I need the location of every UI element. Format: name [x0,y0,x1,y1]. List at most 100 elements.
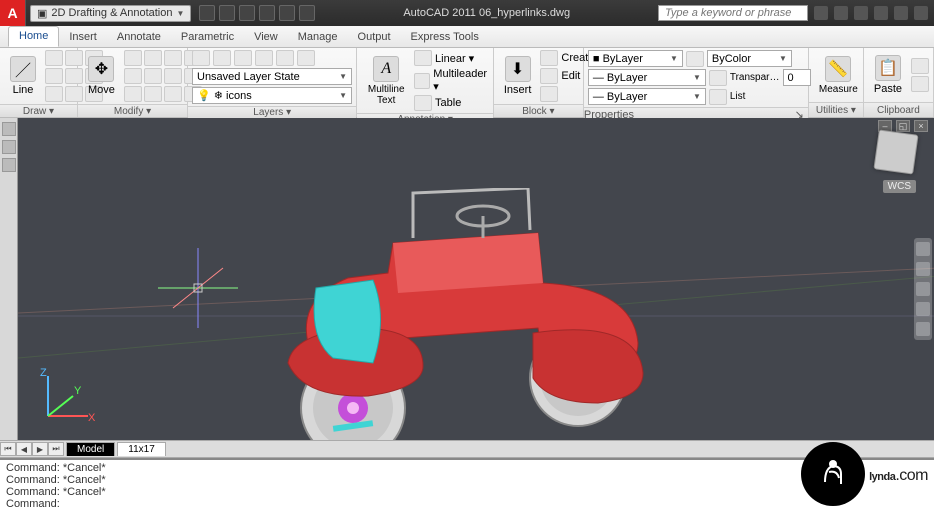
mirror-icon[interactable] [144,68,162,84]
paste-label: Paste [874,83,902,95]
layout-tab-11x17[interactable]: 11x17 [117,442,166,456]
plotstyle-dropdown[interactable]: ByColor▼ [707,50,792,67]
stretch-icon[interactable] [124,86,142,102]
layer-lock-icon[interactable] [297,50,315,66]
command-history-line: Command: *Cancel* [6,462,928,474]
move-button[interactable]: ✥ Move [82,54,121,98]
minimize-icon[interactable] [874,6,888,20]
command-prompt[interactable]: Command: [6,498,928,510]
redo-icon[interactable] [279,5,295,21]
wcs-label[interactable]: WCS [883,180,916,193]
lineweight-dropdown[interactable]: — ByLayer▼ [588,69,706,86]
rect-icon[interactable] [45,68,63,84]
mtext-label: Multiline Text [367,84,405,106]
maximize-icon[interactable] [894,6,908,20]
extend-icon[interactable] [164,50,182,66]
panel-block-label[interactable]: Block ▾ [494,104,583,117]
scale-icon[interactable] [144,86,162,102]
layout-tab-model[interactable]: Model [66,442,115,456]
linear-dim-button[interactable]: Linear ▾ [414,50,489,66]
matchprop-icon[interactable] [686,51,704,67]
copy-clip-icon[interactable] [911,76,929,92]
command-window[interactable]: Command: *Cancel* Command: *Cancel* Comm… [0,458,934,510]
current-layer-value: icons [226,90,252,102]
tab-parametric[interactable]: Parametric [171,28,244,47]
array-icon[interactable] [164,86,182,102]
panel-clipboard-label[interactable]: Clipboard [864,102,933,117]
showmotion-icon[interactable] [916,322,930,336]
panel-draw-label[interactable]: Draw ▾ [0,104,77,117]
layer-state-dropdown[interactable]: Unsaved Layer State▼ [192,68,352,85]
lynda-watermark: lynda.com [801,442,928,506]
plot-icon[interactable] [299,5,315,21]
layer-iso-icon[interactable] [234,50,252,66]
open-icon[interactable] [219,5,235,21]
panel-utilities-label[interactable]: Utilities ▾ [809,102,863,117]
layer-off-icon[interactable] [276,50,294,66]
zoom-icon[interactable] [916,282,930,296]
palette-icon[interactable] [2,140,16,154]
palette-icon[interactable] [2,158,16,172]
transp-icon[interactable] [709,70,727,86]
close-icon[interactable] [914,6,928,20]
app-menu-button[interactable]: A [0,0,26,26]
copy-icon[interactable] [124,68,142,84]
workspace-selector[interactable]: ▣ 2D Drafting & Annotation ▼ [30,5,191,22]
infocenter-icon[interactable] [814,6,828,20]
save-icon[interactable] [239,5,255,21]
layer-prop-icon[interactable] [192,50,210,66]
palette-icon[interactable] [2,122,16,136]
transp-value-input[interactable]: 0 [783,69,811,86]
line-button[interactable]: ／ Line [4,54,42,98]
model-viewport[interactable]: – ◱ × [18,118,934,440]
multileader-button[interactable]: Multileader ▾ [414,68,489,93]
table-button[interactable]: Table [414,95,489,111]
layer-states-icon[interactable] [213,50,231,66]
tab-home[interactable]: Home [8,26,59,47]
svg-text:X: X [88,412,96,424]
move-label: Move [88,84,115,96]
current-layer-dropdown[interactable]: 💡 ❄ icons▼ [192,87,352,104]
paste-button[interactable]: 📋 Paste [868,53,908,97]
panel-modify-label[interactable]: Modify ▾ [78,104,187,117]
star-icon[interactable] [834,6,848,20]
layer-freeze-icon[interactable] [255,50,273,66]
pan-icon[interactable] [916,262,930,276]
ribbon-tabs: Home Insert Annotate Parametric View Man… [0,26,934,48]
mtext-button[interactable]: A Multiline Text [361,54,411,108]
help-search-input[interactable] [658,5,808,21]
tab-prev-icon[interactable]: ◀ [16,442,32,456]
pedal-car-model [238,188,678,440]
viewcube[interactable] [873,129,918,174]
tab-output[interactable]: Output [348,28,401,47]
polyline-icon[interactable] [45,86,63,102]
fillet-icon[interactable] [164,68,182,84]
measure-button[interactable]: 📏 Measure [813,54,864,97]
rotate-icon[interactable] [124,50,142,66]
tab-manage[interactable]: Manage [288,28,348,47]
arc-icon[interactable] [45,50,63,66]
edit-label: Edit [561,70,580,82]
steering-wheel-icon[interactable] [916,242,930,256]
linetype-dropdown[interactable]: — ByLayer▼ [588,88,706,105]
cut-icon[interactable] [911,58,929,74]
tab-insert[interactable]: Insert [59,28,107,47]
tab-annotate[interactable]: Annotate [107,28,171,47]
help-icon[interactable] [854,6,868,20]
tab-last-icon[interactable]: ⏭ [48,442,64,456]
tab-first-icon[interactable]: ⏮ [0,442,16,456]
tab-next-icon[interactable]: ▶ [32,442,48,456]
orbit-icon[interactable] [916,302,930,316]
undo-icon[interactable] [259,5,275,21]
table-icon [414,95,432,111]
insert-block-button[interactable]: ⬇ Insert [498,54,538,98]
tab-express-tools[interactable]: Express Tools [401,28,489,47]
panel-layers-label[interactable]: Layers ▾ [188,106,356,118]
tab-view[interactable]: View [244,28,288,47]
trim-icon[interactable] [144,50,162,66]
new-icon[interactable] [199,5,215,21]
color-dropdown[interactable]: ■ ByLayer▼ [588,50,683,67]
layer-state-value: Unsaved Layer State [197,71,300,83]
list-icon[interactable] [709,89,727,105]
crosshair-cursor [158,248,238,328]
